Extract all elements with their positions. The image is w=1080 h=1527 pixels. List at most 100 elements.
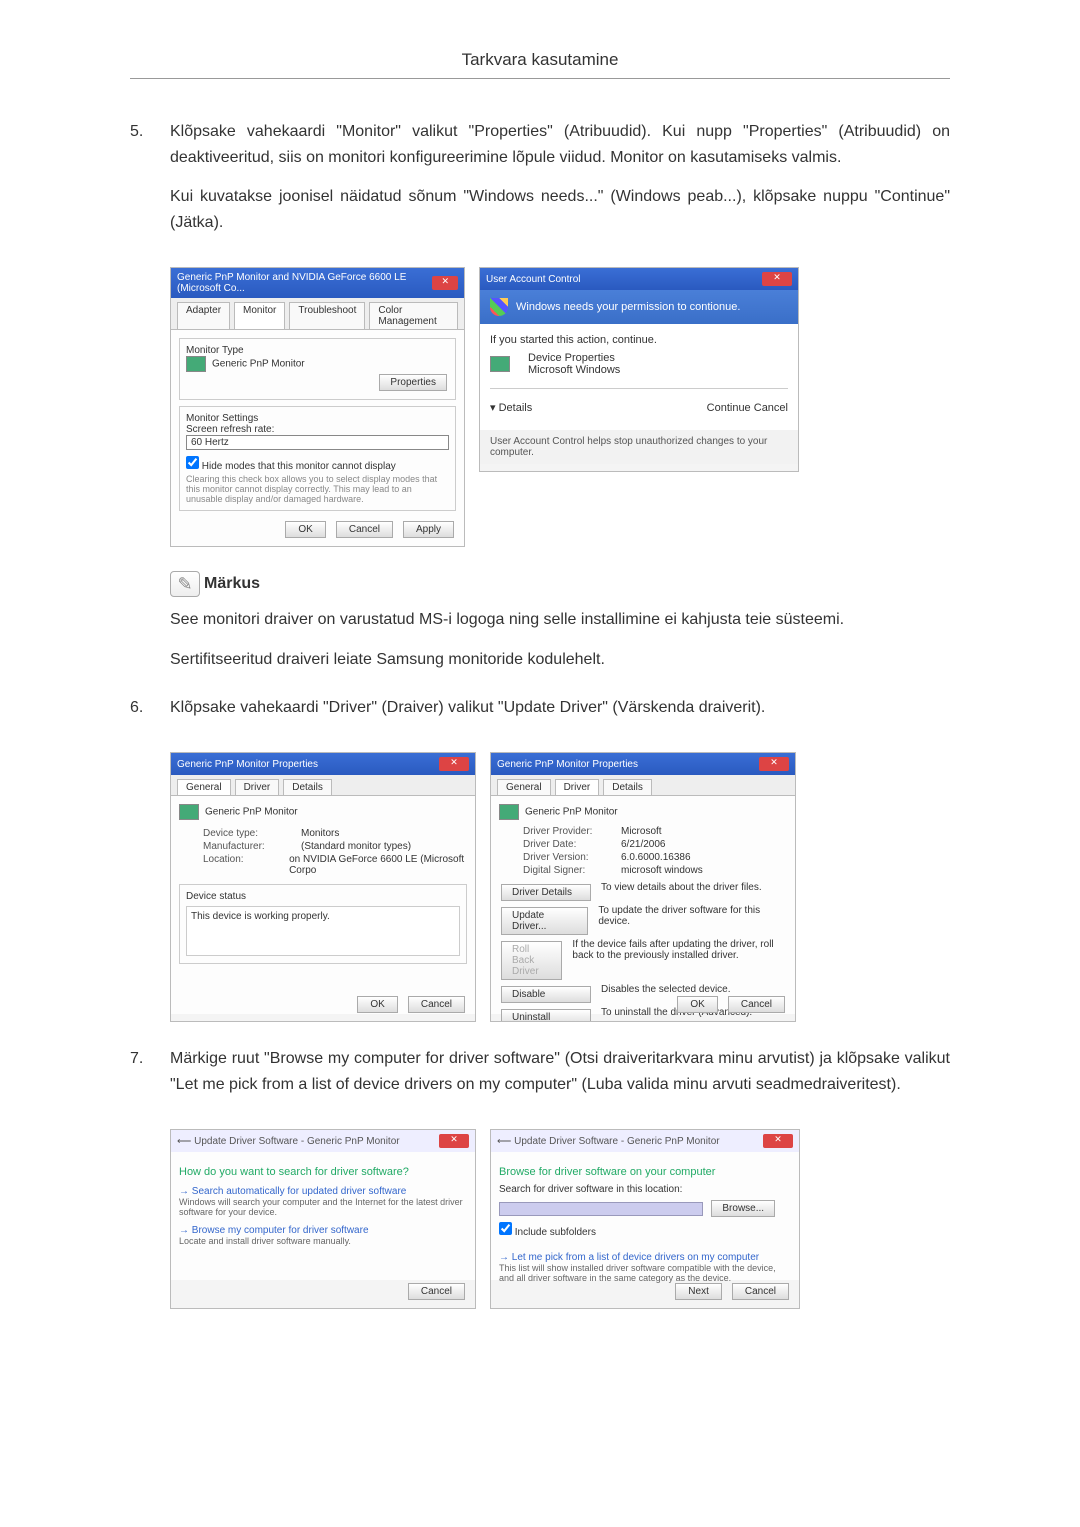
cancel-button[interactable]: Cancel (408, 996, 465, 1013)
close-icon[interactable]: ✕ (762, 272, 792, 286)
tab-monitor[interactable]: Monitor (234, 302, 285, 329)
label: Driver Date: (523, 839, 613, 850)
browse-button[interactable]: Browse... (711, 1200, 775, 1217)
label: Manufacturer: (203, 841, 293, 852)
include-subfolders-checkbox[interactable] (499, 1222, 512, 1235)
cancel-button[interactable]: Cancel (336, 521, 393, 538)
page-title: Tarkvara kasutamine (130, 50, 950, 79)
path-input[interactable] (499, 1202, 703, 1216)
dialog-titlebar: Generic PnP Monitor and NVIDIA GeForce 6… (171, 268, 464, 298)
tab-color[interactable]: Color Management (369, 302, 458, 329)
uac-footer: User Account Control helps stop unauthor… (480, 430, 798, 464)
close-icon[interactable]: ✕ (439, 1134, 469, 1148)
group-label: Device status (186, 891, 460, 902)
status-text: This device is working properly. (186, 906, 460, 956)
label: Driver Provider: (523, 826, 613, 837)
update-driver-button[interactable]: Update Driver... (501, 907, 588, 935)
disable-button[interactable]: Disable (501, 986, 591, 1003)
dialog-title: Generic PnP Monitor Properties (177, 759, 318, 770)
monitor-dialog-screenshot: Generic PnP Monitor and NVIDIA GeForce 6… (170, 267, 465, 547)
monitor-icon (179, 804, 199, 820)
uac-dialog-screenshot: User Account Control ✕ Windows needs you… (479, 267, 799, 472)
uac-text: If you started this action, continue. (490, 334, 788, 346)
step-text: Kui kuvatakse joonisel näidatud sõnum "W… (170, 184, 950, 235)
dialog-titlebar: Generic PnP Monitor Properties ✕ (171, 753, 475, 775)
label: To view details about the driver files. (601, 882, 762, 903)
device-icon (490, 356, 510, 372)
step-number: 5. (130, 119, 170, 249)
properties-general-screenshot: Generic PnP Monitor Properties ✕ General… (170, 752, 476, 1022)
tabs: Adapter Monitor Troubleshoot Color Manag… (171, 298, 464, 330)
properties-driver-screenshot: Generic PnP Monitor Properties ✕ General… (490, 752, 796, 1022)
monitor-name: Generic PnP Monitor (525, 807, 618, 818)
cancel-button[interactable]: Cancel (732, 1283, 789, 1300)
driver-details-button[interactable]: Driver Details (501, 884, 591, 901)
label: If the device fails after updating the d… (572, 939, 787, 982)
monitor-icon (186, 356, 206, 372)
hide-modes-checkbox[interactable] (186, 456, 199, 469)
dialog-titlebar: Generic PnP Monitor Properties ✕ (491, 753, 795, 775)
tab-details[interactable]: Details (603, 779, 652, 795)
value: 6/21/2006 (621, 839, 666, 850)
wizard-search-screenshot: ⟵ Update Driver Software - Generic PnP M… (170, 1129, 476, 1309)
step-number: 7. (130, 1046, 170, 1111)
tab-driver[interactable]: Driver (555, 779, 600, 795)
continue-button[interactable]: Continue (707, 402, 751, 414)
cancel-button[interactable]: Cancel (408, 1283, 465, 1300)
close-icon[interactable]: ✕ (759, 757, 789, 771)
label: Device type: (203, 828, 293, 839)
group-label: Monitor Settings (186, 413, 449, 424)
hide-modes-text: Clearing this check box allows you to se… (186, 474, 449, 504)
apply-button[interactable]: Apply (403, 521, 454, 538)
tab-general[interactable]: General (177, 779, 231, 795)
value: microsoft windows (621, 865, 703, 876)
close-icon[interactable]: ✕ (439, 757, 469, 771)
browse-computer-option[interactable]: → Browse my computer for driver software… (179, 1225, 467, 1246)
tab-troubleshoot[interactable]: Troubleshoot (289, 302, 365, 329)
value: (Standard monitor types) (301, 841, 411, 852)
dialog-titlebar: User Account Control ✕ (480, 268, 798, 290)
cancel-button[interactable]: Cancel (754, 402, 788, 414)
dialog-title: Update Driver Software - Generic PnP Mon… (194, 1136, 399, 1147)
close-icon[interactable]: ✕ (763, 1134, 793, 1148)
refresh-rate-dropdown[interactable]: 60 Hertz (186, 435, 449, 450)
monitor-name: Generic PnP Monitor (212, 359, 305, 370)
next-button[interactable]: Next (675, 1283, 722, 1300)
screenshot-row: Generic PnP Monitor and NVIDIA GeForce 6… (170, 267, 950, 547)
tab-general[interactable]: General (497, 779, 551, 795)
dialog-title: Generic PnP Monitor and NVIDIA GeForce 6… (177, 272, 432, 294)
search-auto-option[interactable]: → Search automatically for updated drive… (179, 1186, 467, 1217)
ok-button[interactable]: OK (677, 996, 717, 1013)
refresh-label: Screen refresh rate: (186, 424, 449, 435)
step-text: Klõpsake vahekaardi "Driver" (Draiver) v… (170, 695, 950, 721)
ok-button[interactable]: OK (357, 996, 397, 1013)
ms-windows-label: Microsoft Windows (528, 364, 620, 376)
search-label: Search for driver software in this locat… (499, 1184, 791, 1195)
properties-button[interactable]: Properties (379, 374, 447, 391)
tab-details[interactable]: Details (283, 779, 332, 795)
note-label: Märkus (204, 575, 260, 593)
monitor-name: Generic PnP Monitor (205, 807, 298, 818)
let-me-pick-option[interactable]: → Let me pick from a list of device driv… (499, 1252, 791, 1283)
label: Digital Signer: (523, 865, 613, 876)
cancel-button[interactable]: Cancel (728, 996, 785, 1013)
close-icon[interactable]: ✕ (432, 276, 458, 290)
ok-button[interactable]: OK (285, 521, 325, 538)
wizard-heading: Browse for driver software on your compu… (499, 1166, 791, 1178)
step-text: Märkige ruut "Browse my computer for dri… (170, 1046, 950, 1097)
dialog-title: Update Driver Software - Generic PnP Mon… (514, 1136, 719, 1147)
dialog-title: Generic PnP Monitor Properties (497, 759, 638, 770)
group-label: Monitor Type (186, 345, 449, 356)
step-text: Klõpsake vahekaardi "Monitor" valikut "P… (170, 119, 950, 170)
include-label: Include subfolders (515, 1227, 596, 1238)
step-7: 7. Märkige ruut "Browse my computer for … (130, 1046, 950, 1111)
tab-driver[interactable]: Driver (235, 779, 280, 795)
value: Microsoft (621, 826, 662, 837)
uninstall-button[interactable]: Uninstall (501, 1009, 591, 1022)
note-icon: ✎ (170, 571, 200, 597)
tab-adapter[interactable]: Adapter (177, 302, 230, 329)
rollback-button: Roll Back Driver (501, 941, 562, 980)
details-toggle[interactable]: ▾ Details (490, 401, 532, 414)
uac-banner: Windows needs your permission to contion… (516, 301, 740, 313)
hide-modes-label: Hide modes that this monitor cannot disp… (202, 461, 396, 472)
